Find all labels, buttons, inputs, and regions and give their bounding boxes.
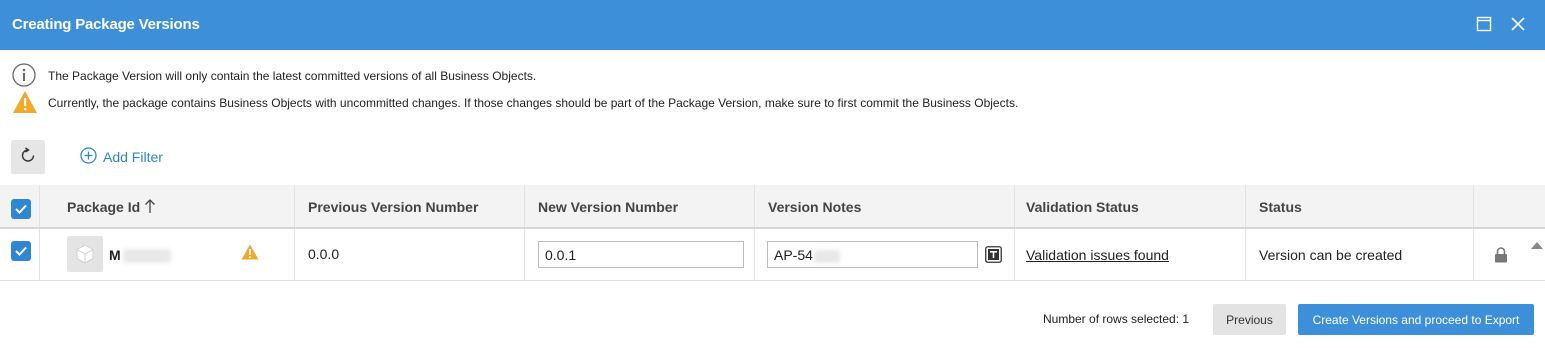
column-label: Status: [1259, 199, 1302, 215]
dialog-title: Creating Package Versions: [12, 16, 200, 33]
refresh-button[interactable]: [11, 140, 45, 174]
plus-circle-icon: [80, 147, 97, 167]
info-icon: [12, 63, 36, 92]
new-version-input[interactable]: [538, 241, 744, 268]
column-header-version-notes[interactable]: Version Notes: [755, 185, 1015, 227]
table-row[interactable]: M 0.0.0 AP-54 Validation issues found Ve…: [0, 229, 1545, 281]
version-notes-cell: AP-54: [755, 229, 1015, 280]
add-filter-label: Add Filter: [103, 149, 163, 165]
version-notes-text: AP-54: [774, 247, 813, 263]
column-header-validation-status[interactable]: Validation Status: [1015, 185, 1246, 227]
version-notes-input[interactable]: AP-54: [767, 241, 978, 268]
scroll-up-arrow-icon[interactable]: [1530, 237, 1544, 255]
text-editor-icon[interactable]: [985, 246, 1002, 268]
column-label: Previous Version Number: [308, 199, 479, 215]
warning-icon: [241, 244, 259, 265]
status-cell: Version can be created: [1246, 229, 1474, 280]
status-value: Version can be created: [1259, 247, 1403, 263]
validation-issues-link[interactable]: Validation issues found: [1026, 247, 1169, 263]
package-id-value: M: [109, 247, 171, 264]
maximize-icon[interactable]: [1476, 16, 1494, 34]
warning-icon: [12, 90, 38, 119]
column-header-package-id[interactable]: Package Id: [40, 185, 295, 227]
close-icon[interactable]: [1510, 16, 1528, 34]
column-label: New Version Number: [538, 199, 679, 215]
dialog-title-bar: Creating Package Versions: [0, 0, 1545, 50]
add-filter-button[interactable]: Add Filter: [80, 147, 163, 167]
row-checkbox[interactable]: [11, 241, 31, 261]
sort-ascending-icon[interactable]: [144, 198, 156, 219]
column-header-previous-version[interactable]: Previous Version Number: [295, 185, 525, 227]
package-id-cell: M: [40, 229, 295, 280]
rows-selected-count: Number of rows selected: 1: [1043, 312, 1190, 326]
info-notice-text: The Package Version will only contain th…: [48, 69, 537, 83]
previous-version-cell: 0.0.0: [295, 229, 525, 280]
validation-status-cell: Validation issues found: [1015, 229, 1246, 280]
previous-button[interactable]: Previous: [1213, 304, 1286, 335]
column-header-new-version[interactable]: New Version Number: [525, 185, 755, 227]
new-version-cell: [525, 229, 755, 280]
actions-cell: [1474, 229, 1545, 280]
package-icon: [67, 236, 103, 272]
column-header-status[interactable]: Status: [1246, 185, 1474, 227]
row-select-cell: [0, 229, 40, 280]
column-label: Package Id: [67, 199, 141, 215]
refresh-icon: [20, 146, 36, 168]
previous-version-value: 0.0.0: [308, 246, 340, 262]
table-header: Package Id Previous Version Number New V…: [0, 185, 1545, 229]
redacted-text: [813, 249, 840, 263]
package-id-text: M: [109, 247, 121, 263]
header-select-cell: [0, 185, 40, 227]
column-label: Version Notes: [768, 199, 862, 215]
column-header-actions: [1474, 185, 1545, 227]
warning-notice-text: Currently, the package contains Business…: [48, 96, 1019, 110]
lock-icon: [1494, 247, 1508, 268]
redacted-text: [122, 249, 171, 264]
column-label: Validation Status: [1026, 199, 1139, 215]
create-versions-button[interactable]: Create Versions and proceed to Export: [1298, 304, 1534, 335]
select-all-checkbox[interactable]: [11, 199, 31, 219]
